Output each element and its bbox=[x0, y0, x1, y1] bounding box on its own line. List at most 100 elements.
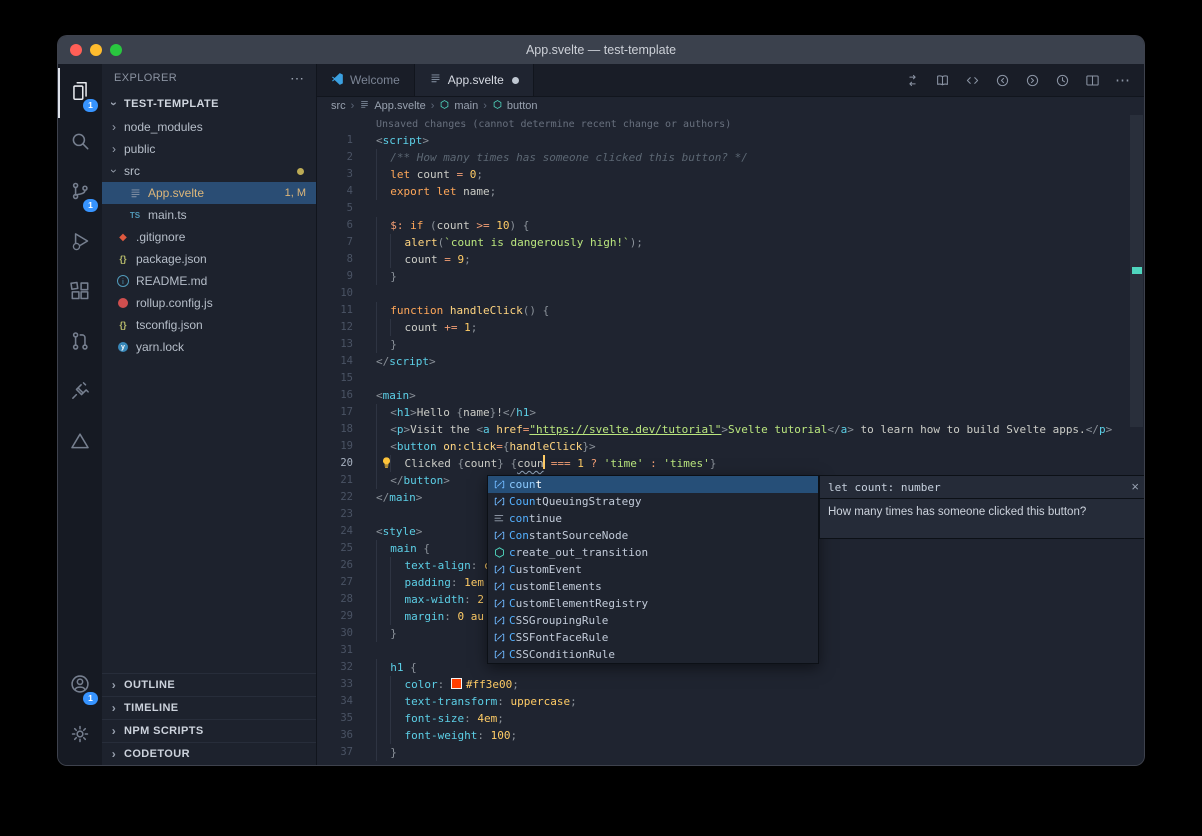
titlebar[interactable]: App.svelte — test-template bbox=[58, 36, 1144, 65]
tree-item-main-ts[interactable]: TSmain.ts bbox=[102, 204, 316, 226]
activity-bar-extensions[interactable] bbox=[58, 268, 102, 318]
tree-item-app-svelte[interactable]: App.svelte1, M bbox=[102, 182, 316, 204]
code-line-content[interactable]: count = 9; bbox=[353, 251, 1144, 268]
code-line-content[interactable]: color: #ff3e00; bbox=[353, 676, 1144, 693]
explorer-more-actions-icon[interactable]: ⋯ bbox=[290, 70, 304, 87]
code-line[interactable]: 19<button on:click={handleClick}> bbox=[317, 438, 1144, 455]
zoom-button[interactable] bbox=[110, 44, 122, 56]
code-line-content[interactable]: Clicked {count} {coun === 1 ? 'time' : '… bbox=[353, 455, 1144, 472]
code-line[interactable]: 10 bbox=[317, 285, 1144, 302]
code-line-content[interactable]: $: if (count >= 10) { bbox=[353, 217, 1144, 234]
code-line-content[interactable] bbox=[353, 285, 1144, 302]
lightbulb-icon[interactable] bbox=[379, 455, 394, 475]
minimize-button[interactable] bbox=[90, 44, 102, 56]
code-line[interactable]: 13} bbox=[317, 336, 1144, 353]
tree-item-yarn-lock[interactable]: yyarn.lock bbox=[102, 336, 316, 358]
code-line[interactable]: 36font-weight: 100; bbox=[317, 727, 1144, 744]
activity-bar-source-control[interactable]: 1 bbox=[58, 168, 102, 218]
code-line[interactable]: 5 bbox=[317, 200, 1144, 217]
code-line-content[interactable]: font-weight: 100; bbox=[353, 727, 1144, 744]
suggest-item-cssgroupingrule[interactable]: CSSGroupingRule bbox=[488, 612, 818, 629]
tab-welcome[interactable]: Welcome bbox=[317, 64, 415, 96]
code-line[interactable]: 20Clicked {count} {coun === 1 ? 'time' :… bbox=[317, 455, 1144, 472]
code-line[interactable]: 4export let name; bbox=[317, 183, 1144, 200]
navigate-back-icon[interactable] bbox=[995, 73, 1010, 88]
color-swatch[interactable] bbox=[451, 678, 462, 689]
suggest-item-customelementregistry[interactable]: CustomElementRegistry bbox=[488, 595, 818, 612]
code-line-content[interactable]: } bbox=[353, 744, 1144, 761]
breadcrumb-item-app-svelte[interactable]: App.svelte bbox=[359, 99, 425, 113]
suggest-item-create-out-transition[interactable]: create_out_transition bbox=[488, 544, 818, 561]
code-line[interactable]: 34text-transform: uppercase; bbox=[317, 693, 1144, 710]
code-line-content[interactable]: /** How many times has someone clicked t… bbox=[353, 149, 1144, 166]
tab-app-svelte[interactable]: App.svelte bbox=[415, 64, 534, 96]
code-line-content[interactable]: count += 1; bbox=[353, 319, 1144, 336]
tree-item-readme-md[interactable]: iREADME.md bbox=[102, 270, 316, 292]
activity-bar-settings[interactable] bbox=[58, 711, 102, 761]
tree-item-package-json[interactable]: {}package.json bbox=[102, 248, 316, 270]
code-line-content[interactable]: <h1>Hello {name}!</h1> bbox=[353, 404, 1144, 421]
code-line[interactable]: 8count = 9; bbox=[317, 251, 1144, 268]
code-line-content[interactable]: text-transform: uppercase; bbox=[353, 693, 1144, 710]
breadcrumb-item-main[interactable]: main bbox=[439, 99, 478, 113]
panel-header-npm-scripts[interactable]: ›NPM SCRIPTS bbox=[102, 719, 316, 742]
code-line[interactable]: 35font-size: 4em; bbox=[317, 710, 1144, 727]
suggest-item-cssfontfacerule[interactable]: CSSFontFaceRule bbox=[488, 629, 818, 646]
code-line[interactable]: 33color: #ff3e00; bbox=[317, 676, 1144, 693]
close-icon[interactable]: × bbox=[1131, 479, 1139, 494]
tree-item-rollup-config-js[interactable]: rollup.config.js bbox=[102, 292, 316, 314]
suggest-item-customevent[interactable]: CustomEvent bbox=[488, 561, 818, 578]
code-line[interactable]: 3let count = 0; bbox=[317, 166, 1144, 183]
code-line[interactable]: 1<script> bbox=[317, 132, 1144, 149]
code-line-content[interactable]: export let name; bbox=[353, 183, 1144, 200]
gitlens-compare-icon[interactable] bbox=[905, 73, 920, 88]
code-line[interactable]: 6$: if (count >= 10) { bbox=[317, 217, 1144, 234]
file-history-icon[interactable] bbox=[1055, 73, 1070, 88]
tree-item-public[interactable]: ›public bbox=[102, 138, 316, 160]
panel-header-outline[interactable]: ›OUTLINE bbox=[102, 673, 316, 696]
suggest-item-customelements[interactable]: customElements bbox=[488, 578, 818, 595]
code-editor[interactable]: Unsaved changes (cannot determine recent… bbox=[317, 115, 1144, 765]
activity-bar-github-pull-requests[interactable] bbox=[58, 318, 102, 368]
activity-bar-search[interactable] bbox=[58, 118, 102, 168]
code-line-content[interactable]: <main> bbox=[353, 387, 1144, 404]
code-line-content[interactable]: <button on:click={handleClick}> bbox=[353, 438, 1144, 455]
breadcrumb-item-src[interactable]: src bbox=[331, 100, 346, 112]
code-line-content[interactable]: let count = 0; bbox=[353, 166, 1144, 183]
code-line[interactable]: 37} bbox=[317, 744, 1144, 761]
code-line[interactable]: 9} bbox=[317, 268, 1144, 285]
section-header-test-template[interactable]: › TEST-TEMPLATE bbox=[102, 92, 316, 116]
code-line[interactable]: 14</script> bbox=[317, 353, 1144, 370]
navigate-forward-icon[interactable] bbox=[1025, 73, 1040, 88]
panel-header-timeline[interactable]: ›TIMELINE bbox=[102, 696, 316, 719]
activity-bar-remote-explorer[interactable] bbox=[58, 368, 102, 418]
split-editor-icon[interactable] bbox=[1085, 73, 1100, 88]
tree-item-node-modules[interactable]: ›node_modules bbox=[102, 116, 316, 138]
open-preview-icon[interactable] bbox=[935, 73, 950, 88]
panel-header-codetour[interactable]: ›CODETOUR bbox=[102, 742, 316, 765]
code-line-content[interactable]: </script> bbox=[353, 353, 1144, 370]
code-line[interactable]: 11function handleClick() { bbox=[317, 302, 1144, 319]
activity-bar-accounts[interactable]: 1 bbox=[58, 661, 102, 711]
tree-item-src[interactable]: ›src bbox=[102, 160, 316, 182]
tree-item-gitignore[interactable]: ◆.gitignore bbox=[102, 226, 316, 248]
editor-scrollbar[interactable] bbox=[1129, 115, 1144, 765]
suggest-item-cssconditionrule[interactable]: CSSConditionRule bbox=[488, 646, 818, 663]
activity-bar-azure-pipelines[interactable] bbox=[58, 418, 102, 468]
code-line-content[interactable]: <p>Visit the <a href="https://svelte.dev… bbox=[353, 421, 1144, 438]
code-line-content[interactable] bbox=[353, 370, 1144, 387]
code-line-content[interactable]: <script> bbox=[353, 132, 1144, 149]
code-line-content[interactable]: alert(`count is dangerously high!`); bbox=[353, 234, 1144, 251]
code-line[interactable]: 18<p>Visit the <a href="https://svelte.d… bbox=[317, 421, 1144, 438]
suggest-item-continue[interactable]: continue bbox=[488, 510, 818, 527]
tree-item-tsconfig-json[interactable]: {}tsconfig.json bbox=[102, 314, 316, 336]
activity-bar-run-and-debug[interactable] bbox=[58, 218, 102, 268]
activity-bar-explorer[interactable]: 1 bbox=[58, 68, 102, 118]
suggest-item-countqueuingstrategy[interactable]: CountQueuingStrategy bbox=[488, 493, 818, 510]
close-button[interactable] bbox=[70, 44, 82, 56]
code-line-content[interactable]: font-size: 4em; bbox=[353, 710, 1144, 727]
code-line-content[interactable]: function handleClick() { bbox=[353, 302, 1144, 319]
code-line[interactable]: 15 bbox=[317, 370, 1144, 387]
code-line[interactable]: 16<main> bbox=[317, 387, 1144, 404]
open-changes-icon[interactable] bbox=[965, 73, 980, 88]
